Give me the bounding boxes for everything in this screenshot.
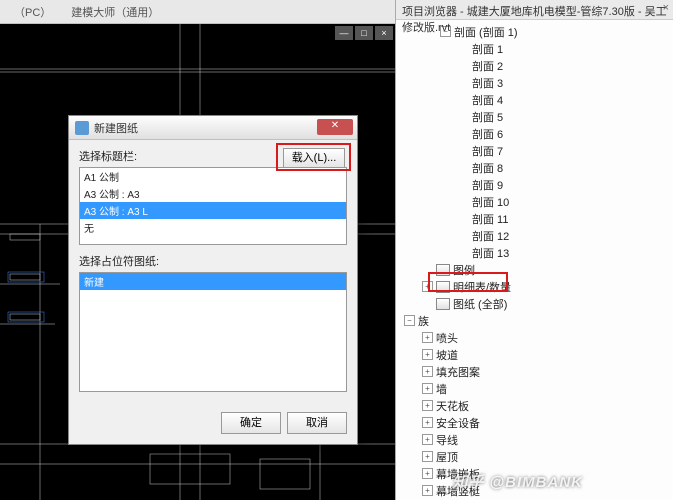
expand-icon[interactable]: +	[422, 349, 433, 360]
expand-icon[interactable]: +	[422, 417, 433, 428]
panel-close-icon[interactable]: ×	[663, 2, 669, 14]
expand-icon[interactable]: +	[422, 485, 433, 496]
tree-node-section-item[interactable]: 剖面 5	[404, 108, 669, 125]
tree-node-sheets[interactable]: 图纸 (全部)	[404, 295, 669, 312]
tree-node-legend[interactable]: 图例	[404, 261, 669, 278]
viewport-close-icon[interactable]: ×	[375, 26, 393, 40]
tree-node-section-item[interactable]: 剖面 13	[404, 244, 669, 261]
titleblock-listbox[interactable]: A1 公制 A3 公制 : A3 A3 公制 : A3 L 无	[79, 167, 347, 245]
project-browser-panel: 项目浏览器 - 城建大厦地库机电模型-管综7.30版 - 吴工修改版.rvt ×…	[395, 0, 673, 500]
ribbon-tab-master[interactable]: 建模大师（通用）	[61, 0, 169, 24]
viewport-min-icon[interactable]: —	[335, 26, 353, 40]
tree-node-section-item[interactable]: 剖面 2	[404, 57, 669, 74]
tree-node-section-item[interactable]: 剖面 10	[404, 193, 669, 210]
tree-node-section-item[interactable]: 剖面 7	[404, 142, 669, 159]
expand-icon[interactable]: +	[422, 451, 433, 462]
viewport-max-icon[interactable]: □	[355, 26, 373, 40]
tree-node-section-item[interactable]: 剖面 1	[404, 40, 669, 57]
load-button[interactable]: 载入(L)...	[283, 148, 345, 168]
sheet-icon	[436, 281, 450, 293]
placeholder-listbox[interactable]: 新建	[79, 272, 347, 392]
collapse-icon[interactable]: −	[404, 315, 415, 326]
tree-node-section-item[interactable]: 剖面 6	[404, 125, 669, 142]
tree-node-family-item[interactable]: +导线	[404, 431, 669, 448]
dialog-title-text: 新建图纸	[94, 120, 138, 136]
dialog-close-button[interactable]: ✕	[317, 119, 353, 135]
tree-node-section-item[interactable]: 剖面 9	[404, 176, 669, 193]
tree-node-schedules[interactable]: +明细表/数量	[404, 278, 669, 295]
sheet-icon	[436, 264, 450, 276]
tree-node-section-item[interactable]: 剖面 11	[404, 210, 669, 227]
ribbon-tab-pc[interactable]: （PC）	[4, 0, 61, 24]
dialog-icon	[75, 121, 89, 135]
expand-icon[interactable]: +	[422, 400, 433, 411]
expand-icon[interactable]: +	[422, 468, 433, 479]
list-item-selected[interactable]: A3 公制 : A3 L	[80, 202, 346, 219]
new-sheet-dialog: 新建图纸 ✕ 选择标题栏: 载入(L)... A1 公制 A3 公制 : A3 …	[68, 115, 358, 445]
expand-icon[interactable]: +	[422, 434, 433, 445]
tree-node-family-item[interactable]: +坡道	[404, 346, 669, 363]
panel-header[interactable]: 项目浏览器 - 城建大厦地库机电模型-管综7.30版 - 吴工修改版.rvt ×	[396, 0, 673, 20]
watermark: 知乎 @BIMBANK	[452, 471, 583, 492]
tree-node-family-item[interactable]: +安全设备	[404, 414, 669, 431]
placeholder-label: 选择占位符图纸:	[79, 253, 347, 269]
list-item[interactable]: A3 公制 : A3	[80, 185, 346, 202]
tree-node-family-item[interactable]: +填充图案	[404, 363, 669, 380]
tree-node-family-item[interactable]: +屋顶	[404, 448, 669, 465]
dialog-titlebar[interactable]: 新建图纸 ✕	[69, 116, 357, 140]
tree-node-families[interactable]: −族	[404, 312, 669, 329]
tree-node-section-item[interactable]: 剖面 8	[404, 159, 669, 176]
list-item[interactable]: 无	[80, 219, 346, 236]
expand-icon[interactable]: +	[422, 383, 433, 394]
tree-node-family-item[interactable]: +墙	[404, 380, 669, 397]
list-item-selected[interactable]: 新建	[80, 273, 346, 290]
tree-node-section-item[interactable]: 剖面 12	[404, 227, 669, 244]
expand-icon[interactable]: +	[422, 366, 433, 377]
expand-icon[interactable]: +	[422, 281, 433, 292]
ok-button[interactable]: 确定	[221, 412, 281, 434]
sheet-icon	[436, 298, 450, 310]
cancel-button[interactable]: 取消	[287, 412, 347, 434]
tree-node-family-item[interactable]: +喷头	[404, 329, 669, 346]
tree-node-section-item[interactable]: 剖面 3	[404, 74, 669, 91]
expand-icon[interactable]: +	[422, 332, 433, 343]
list-item[interactable]: A1 公制	[80, 168, 346, 185]
tree-node-section-item[interactable]: 剖面 4	[404, 91, 669, 108]
tree-node-family-item[interactable]: +天花板	[404, 397, 669, 414]
project-tree[interactable]: −剖面 (剖面 1) 剖面 1剖面 2剖面 3剖面 4剖面 5剖面 6剖面 7剖…	[396, 20, 673, 500]
